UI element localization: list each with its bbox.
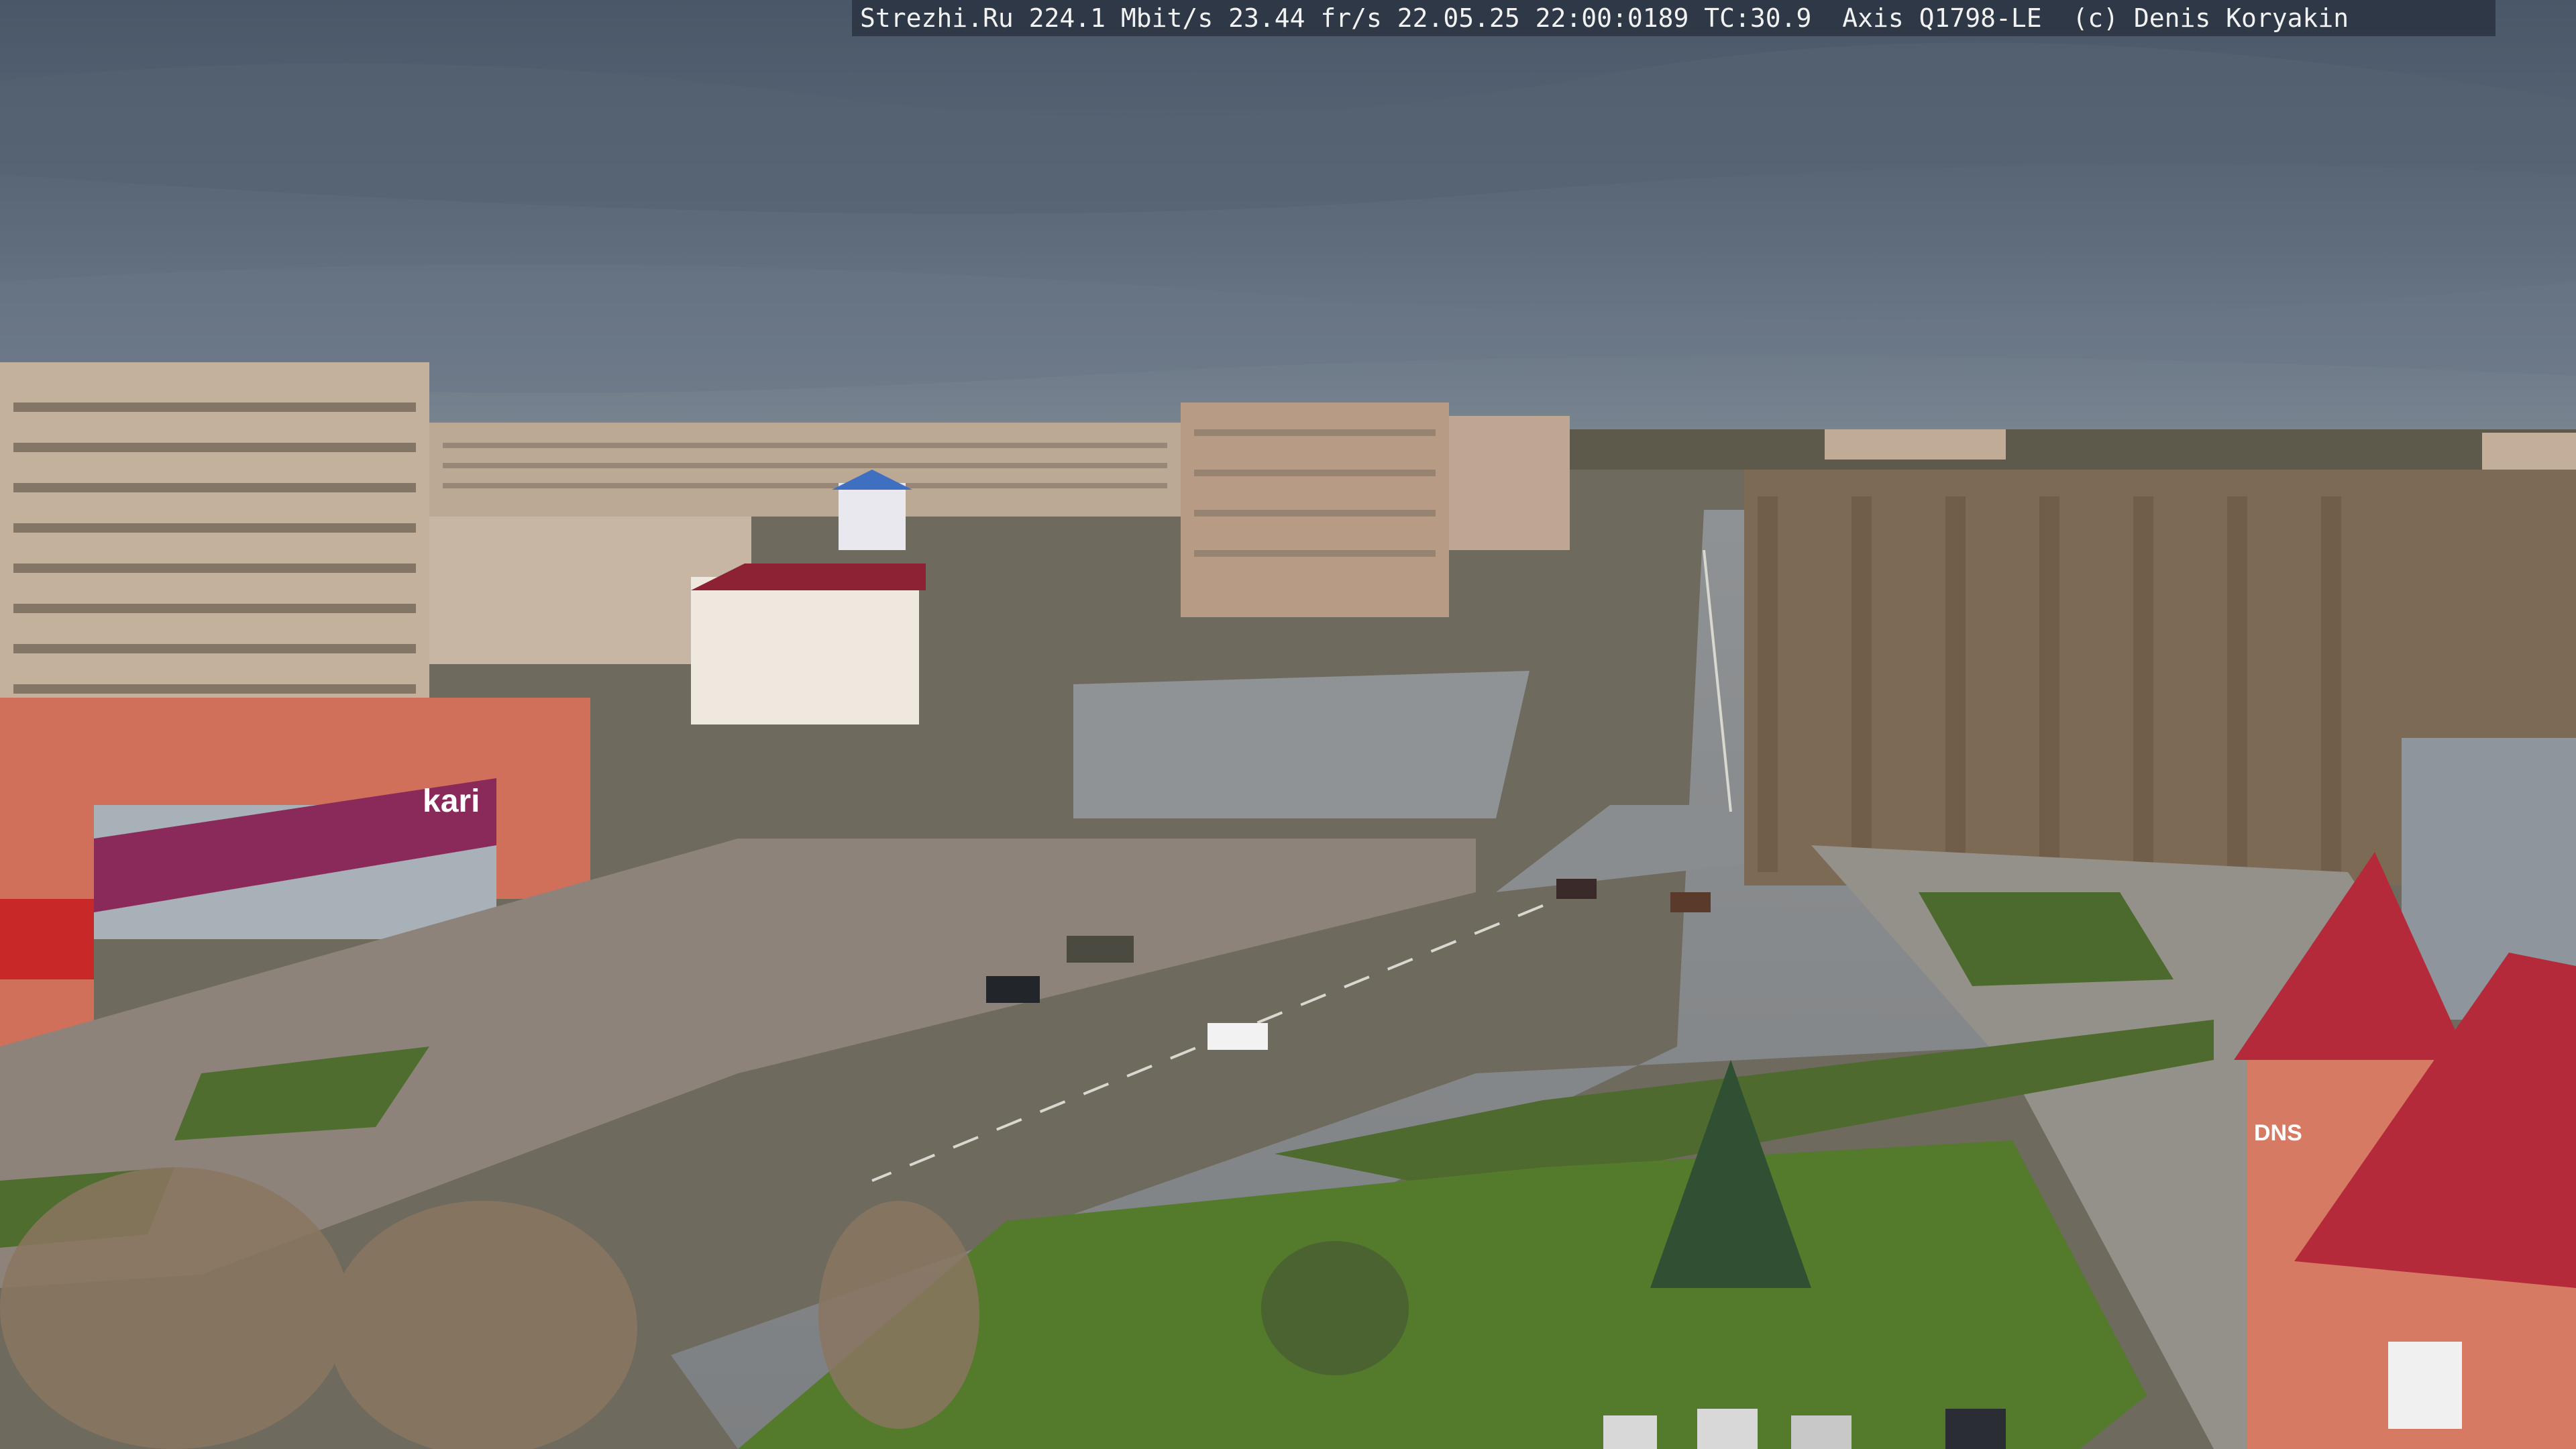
city-street-scene: kari DNS bbox=[0, 0, 2576, 1449]
camera-frame: kari DNS Strezhi.Ru 224.1 Mbit/s 23.44 f… bbox=[0, 0, 2576, 1449]
kari-sign: kari bbox=[423, 784, 480, 819]
parking-lot bbox=[1073, 671, 1529, 818]
camera-overlay-text: Strezhi.Ru 224.1 Mbit/s 23.44 fr/s 22.05… bbox=[852, 0, 2496, 36]
dns-sign: DNS bbox=[2254, 1120, 2302, 1146]
red-roof-building bbox=[691, 577, 919, 724]
